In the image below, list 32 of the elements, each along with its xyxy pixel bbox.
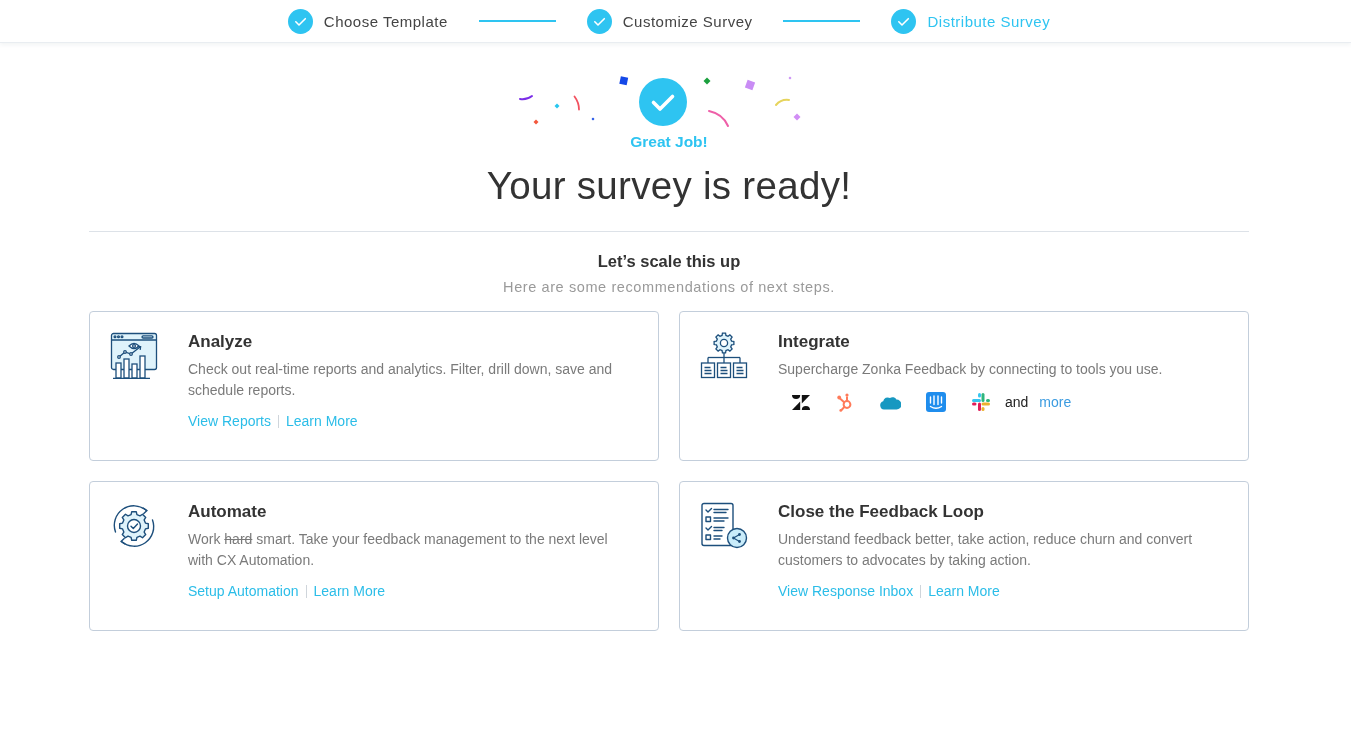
gear-network-icon	[700, 332, 748, 380]
card-link[interactable]: Learn More	[928, 581, 1000, 601]
card-description: Understand feedback better, take action, reduce churn and convert customers to advocates by taking action.	[778, 530, 1194, 570]
section-subheading: Here are some recommendations of next steps.	[503, 278, 835, 297]
check-circle-icon	[639, 77, 687, 126]
pinwheel-logo-icon	[971, 392, 991, 412]
card-description: Check out real-time reports and analytics. Filter, drill down, save and schedule reports.	[188, 360, 614, 400]
step-label: Distribute Survey	[927, 12, 1051, 30]
card-title: Automate	[188, 502, 268, 522]
section-heading: Let’s scale this up	[597, 251, 741, 272]
success-badge-text: Great Job!	[630, 132, 708, 152]
card-title: Close the Feedback Loop	[778, 502, 985, 522]
cloud-logo-icon	[879, 394, 901, 410]
checklist-share-icon	[700, 502, 748, 550]
card-title: Analyze	[188, 332, 254, 352]
card-link[interactable]: Learn More	[286, 411, 358, 431]
card-description: Work hard smart. Take your feedback management to the next level with CX Automation.	[188, 530, 609, 570]
step-label: Choose Template	[323, 12, 448, 30]
chart-window-icon	[110, 332, 158, 380]
card-link[interactable]: Setup Automation	[188, 581, 299, 601]
step-label: Customize Survey	[622, 12, 753, 30]
card-link[interactable]: Learn More	[313, 581, 386, 601]
page-title: Your survey is ready!	[486, 163, 852, 209]
card-title: Integrate	[778, 332, 851, 352]
more-integrations-link[interactable]: more	[1039, 394, 1072, 410]
card-link[interactable]: View Reports	[188, 411, 271, 431]
z-logo-icon	[791, 393, 811, 411]
bars-tile-logo-icon	[926, 392, 946, 412]
card-link[interactable]: View Response Inbox	[778, 581, 914, 601]
card-description: Supercharge Zonka Feedback by connecting to tools you use.	[778, 360, 1164, 379]
integrations-note: and	[1005, 394, 1029, 410]
sprocket-logo-icon	[836, 392, 854, 412]
